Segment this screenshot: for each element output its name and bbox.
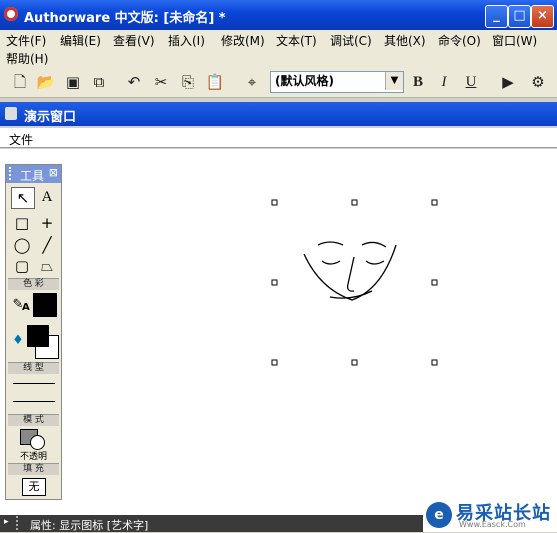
- paste-icon[interactable]: 📋: [205, 72, 225, 92]
- menu-other[interactable]: 其他(X): [384, 32, 426, 49]
- selection-handle[interactable]: [271, 359, 278, 366]
- watermark: e 易采站长站 Www.Easck.Com: [423, 498, 557, 532]
- face-sketch: [303, 241, 397, 301]
- italic-button[interactable]: I: [434, 72, 454, 92]
- tools-palette-header[interactable]: 工具 ⊠: [6, 165, 61, 183]
- selection-handle[interactable]: [431, 359, 438, 366]
- menu-insert[interactable]: 插入(I): [168, 32, 205, 49]
- chevron-down-icon[interactable]: ▼: [385, 72, 403, 90]
- presentation-menu-file[interactable]: 文件: [9, 131, 33, 148]
- copy-icon[interactable]: ⎘: [178, 72, 198, 92]
- window-title: Authorware 中文版: [未命名] *: [24, 11, 226, 26]
- presentation-window-icon: [5, 107, 17, 120]
- menu-debug[interactable]: 调试(C): [330, 32, 372, 49]
- new-file-icon[interactable]: 🗋: [10, 72, 30, 92]
- color-section-label: 色 彩: [8, 278, 59, 290]
- fill-section-label: 填 充: [8, 463, 59, 475]
- maximize-button[interactable]: □: [508, 5, 531, 28]
- diagonal-line-tool-icon[interactable]: ╱: [36, 235, 58, 255]
- control-panel-icon[interactable]: ⚙: [528, 72, 548, 92]
- menu-modify[interactable]: 修改(M): [221, 32, 265, 49]
- presentation-menu-bar: 文件: [0, 128, 557, 148]
- tools-palette-title: 工具: [20, 169, 45, 183]
- run-icon[interactable]: ▶: [498, 72, 518, 92]
- line-style-thin[interactable]: [13, 383, 55, 384]
- text-style-value: (默认风格): [275, 74, 334, 88]
- selection-handle[interactable]: [351, 359, 358, 366]
- text-color-icon: A: [22, 302, 30, 313]
- presentation-window-title-bar: 演示窗口: [0, 102, 557, 126]
- rounded-rectangle-tool-icon[interactable]: ▢: [11, 256, 33, 276]
- watermark-url: Www.Easck.Com: [459, 520, 526, 529]
- straight-line-tool-icon[interactable]: +: [36, 213, 58, 233]
- close-icon[interactable]: ⊠: [49, 166, 58, 179]
- line-color-swatch[interactable]: [33, 293, 57, 317]
- selection-handle[interactable]: [271, 199, 278, 206]
- title-bar: Authorware 中文版: [未命名] * _ □ ×: [0, 0, 557, 30]
- fill-bucket-icon[interactable]: ♦: [7, 331, 29, 351]
- text-style-select[interactable]: (默认风格) ▼: [270, 71, 404, 93]
- cut-icon[interactable]: ✂: [151, 72, 171, 92]
- menu-view[interactable]: 查看(V): [113, 32, 155, 49]
- watermark-logo-icon: e: [426, 502, 452, 528]
- menu-bar: 文件(F) 编辑(E) 查看(V) 插入(I) 修改(M) 文本(T) 调试(C…: [0, 30, 557, 66]
- underline-button[interactable]: U: [461, 72, 481, 92]
- menu-edit[interactable]: 编辑(E): [60, 32, 101, 49]
- presentation-canvas[interactable]: [0, 149, 557, 515]
- menu-help[interactable]: 帮助(H): [6, 50, 48, 67]
- ellipse-tool-icon[interactable]: ◯: [11, 235, 33, 255]
- fill-none-button[interactable]: 无: [22, 478, 46, 496]
- pointer-tool-icon[interactable]: ↖: [11, 187, 35, 209]
- line-section-label: 线 型: [8, 362, 59, 374]
- presentation-window-title: 演示窗口: [24, 110, 77, 125]
- tools-palette: 工具 ⊠ ↖ A □ + ◯ ╱ ▢ ⏢ 色 彩 ✎ A ♦ 线 型 模 式 不…: [5, 164, 62, 500]
- properties-text: 属性: 显示图标 [艺术字]: [30, 519, 149, 532]
- mode-opaque-circle-icon[interactable]: [30, 435, 45, 450]
- open-folder-icon[interactable]: 📂: [36, 72, 56, 92]
- mode-section-label: 模 式: [8, 414, 59, 426]
- text-tool-icon[interactable]: A: [36, 187, 58, 207]
- undo-icon[interactable]: ↶: [124, 72, 144, 92]
- menu-command[interactable]: 命令(O): [438, 32, 481, 49]
- menu-window[interactable]: 窗口(W): [492, 32, 537, 49]
- selection-handle[interactable]: [431, 279, 438, 286]
- stage-drawing: [271, 199, 438, 366]
- grip-icon[interactable]: [9, 167, 14, 180]
- authorware-app-icon: [4, 7, 18, 21]
- minimize-button[interactable]: _: [485, 5, 508, 28]
- selection-handle[interactable]: [431, 199, 438, 206]
- selection-handle[interactable]: [351, 199, 358, 206]
- expand-arrow-icon[interactable]: ▸: [4, 517, 9, 527]
- find-icon[interactable]: ⌖: [242, 72, 262, 92]
- import-icon[interactable]: ⧉: [89, 72, 109, 92]
- menu-text[interactable]: 文本(T): [276, 32, 317, 49]
- selection-handle[interactable]: [271, 279, 278, 286]
- line-style-arrow[interactable]: [13, 401, 55, 402]
- save-all-icon[interactable]: ▣: [63, 72, 83, 92]
- polygon-tool-icon[interactable]: ⏢: [36, 256, 58, 276]
- close-button[interactable]: ×: [531, 5, 554, 28]
- bold-button[interactable]: B: [408, 72, 428, 92]
- grip-icon[interactable]: [16, 516, 18, 530]
- menu-file[interactable]: 文件(F): [6, 32, 46, 49]
- rectangle-tool-icon[interactable]: □: [11, 213, 33, 233]
- mode-value: 不透明: [19, 452, 47, 462]
- foreground-color-swatch[interactable]: [27, 325, 49, 347]
